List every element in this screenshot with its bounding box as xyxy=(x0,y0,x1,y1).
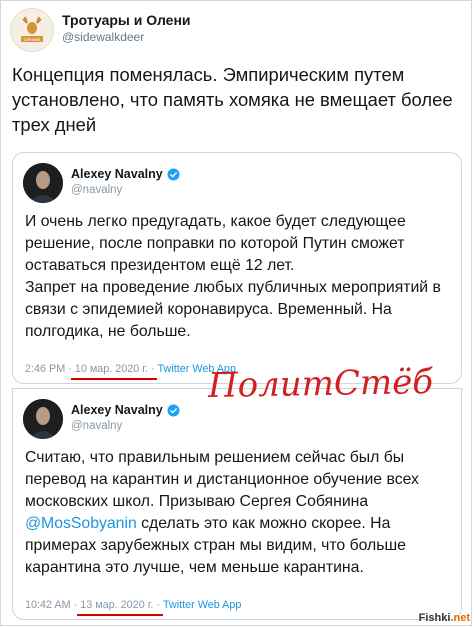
tweet-meta: 10:42 AM · 13 мар. 2020 г. · Twitter Web… xyxy=(25,599,242,611)
tweet-source-link[interactable]: Twitter Web App xyxy=(163,599,241,611)
fishki-suffix: .net xyxy=(450,612,470,624)
paragraph-1: И очень легко предугадать, какое будет с… xyxy=(25,213,406,274)
quoted-tweet-1[interactable]: Alexey Navalny @navalny И очень легко пр… xyxy=(12,152,462,384)
tweet-date[interactable]: 13 мар. 2020 г. xyxy=(80,599,153,611)
quoted-author-handle[interactable]: @navalny xyxy=(71,420,122,432)
tweet-date[interactable]: 10 мар. 2020 г. xyxy=(75,363,148,375)
tweet-time[interactable]: 2:46 PM xyxy=(25,363,65,375)
quoted-author-name[interactable]: Alexey Navalny xyxy=(71,167,180,181)
paragraph-2: Запрет на проведение любых публичных мер… xyxy=(25,279,441,340)
quoted-author-handle[interactable]: @navalny xyxy=(71,184,122,196)
sidewalkdeer-avatar[interactable]: sidewalk xyxy=(10,8,54,52)
verified-badge-icon xyxy=(167,404,180,416)
tweet-time[interactable]: 10:42 AM xyxy=(25,599,71,611)
navalny-avatar[interactable] xyxy=(23,163,63,203)
politsteb-watermark: ПолитСтёб xyxy=(207,362,434,406)
date-underline xyxy=(71,378,157,380)
navalny-avatar[interactable] xyxy=(23,399,63,439)
date-underline xyxy=(77,614,163,616)
deer-logo-icon: sidewalk xyxy=(11,9,53,51)
mention-link[interactable]: @MosSobyanin xyxy=(25,515,137,532)
quoted-author-name[interactable]: Alexey Navalny xyxy=(71,403,180,417)
outer-author-handle[interactable]: @sidewalkdeer xyxy=(62,30,144,44)
outer-author-name[interactable]: Тротуары и Олени xyxy=(62,12,191,28)
tweet-meta: 2:46 PM · 10 мар. 2020 г. · Twitter Web … xyxy=(25,363,236,375)
quoted-tweet-2[interactable]: Alexey Navalny @navalny Считаю, что прав… xyxy=(12,388,462,620)
verified-badge-icon xyxy=(167,168,180,180)
quoted-tweet-text: Считаю, что правильным решением сейчас б… xyxy=(25,447,453,579)
person-photo-icon xyxy=(23,399,63,439)
fishki-watermark: Fishki.net xyxy=(419,612,470,624)
author-name-text: Alexey Navalny xyxy=(71,403,163,417)
svg-text:sidewalk: sidewalk xyxy=(23,37,41,42)
quoted-tweet-text: И очень легко предугадать, какое будет с… xyxy=(25,211,453,343)
outer-tweet-text: Концепция поменялась. Эмпирическим путем… xyxy=(12,64,453,135)
fishki-main: Fishki xyxy=(418,612,451,624)
text-before-mention: Считаю, что правильным решением сейчас б… xyxy=(25,449,419,510)
person-photo-icon xyxy=(23,163,63,203)
author-name-text: Alexey Navalny xyxy=(71,167,163,181)
